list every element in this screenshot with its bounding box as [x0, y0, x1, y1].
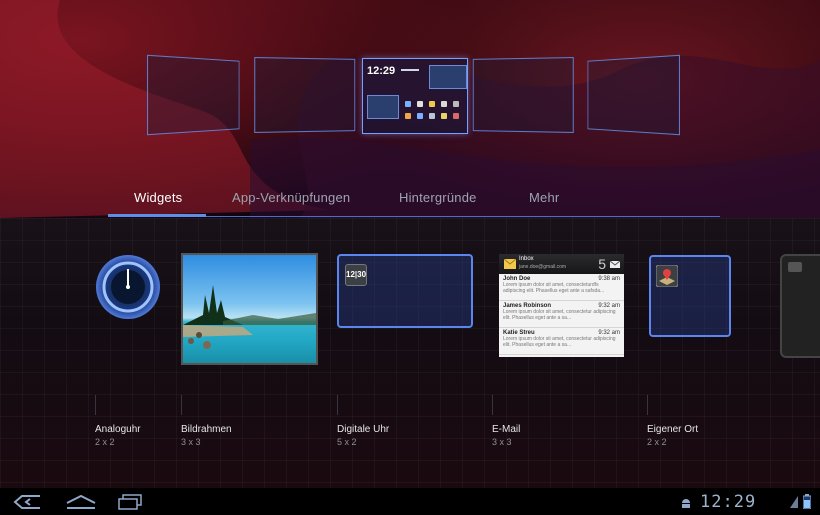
email-preview: Lorem ipsum dolor sit amet, consectetur … [503, 336, 616, 348]
label-divider [647, 395, 648, 415]
android-debug-icon[interactable] [680, 497, 692, 509]
digital-clock-widget[interactable]: 12|30 [337, 254, 473, 328]
compose-mail-icon [610, 261, 620, 268]
mini-app-icon [429, 101, 435, 107]
widget-thumbnail-icon [788, 262, 802, 272]
homescreen-panel-4[interactable] [472, 57, 574, 133]
email-preview: Lorem ipsum dolor sit amet, consecteturd… [503, 282, 605, 294]
picture-frame-widget[interactable] [181, 253, 318, 365]
email-time: 9:32 am [598, 303, 620, 309]
next-widget-preview[interactable] [780, 254, 820, 358]
widget-size-email: 3 x 3 [492, 437, 512, 447]
email-widget[interactable]: Inbox jane.doe@gmail.com 5 John Doe 9:38… [499, 254, 624, 357]
label-divider [337, 395, 338, 415]
email-preview: Lorem ipsum dolor sit amet, consectetur … [503, 309, 616, 321]
tab-app-shortcuts[interactable]: App-Verknüpfungen [232, 190, 350, 205]
mini-app-icon [453, 113, 459, 119]
email-message-row: James Robinson 9:32 am Lorem ipsum dolor… [499, 301, 624, 328]
mini-app-icon [405, 101, 411, 107]
widget-size-digital-clock: 5 x 2 [337, 437, 357, 447]
email-time: 9:32 am [598, 330, 620, 336]
email-message-row: Katie Streu 9:32 am Lorem ipsum dolor si… [499, 328, 624, 355]
mini-app-icon [441, 113, 447, 119]
mini-app-icon [405, 113, 411, 119]
active-tab-indicator [108, 214, 206, 217]
email-inbox-title: Inbox [519, 256, 534, 262]
email-account: jane.doe@gmail.com [519, 264, 567, 270]
label-divider [492, 395, 493, 415]
widget-name-email: E-Mail [492, 424, 521, 435]
widget-name-analog-clock: Analoguhr [95, 424, 141, 435]
email-unread-count: 5 [598, 256, 606, 272]
email-widget-header: Inbox jane.doe@gmail.com 5 [499, 254, 624, 274]
back-icon[interactable] [12, 494, 42, 510]
homescreen-clock-text: 12:29 [367, 65, 396, 77]
home-icon[interactable] [64, 493, 98, 511]
digital-clock-chip: 12|30 [345, 264, 367, 286]
mini-widget-thumbnail [367, 95, 399, 119]
recent-apps-icon[interactable] [117, 494, 143, 510]
location-widget[interactable] [649, 255, 731, 337]
envelope-icon [504, 259, 516, 269]
tab-widgets[interactable]: Widgets [134, 190, 182, 205]
mini-widget-thumbnail [429, 65, 467, 89]
homescreen-panel-current[interactable]: 12:29 [362, 58, 468, 134]
widget-name-digital-clock: Digitale Uhr [337, 424, 390, 435]
mini-app-icon [429, 113, 435, 119]
label-divider [95, 395, 96, 415]
mini-app-icon [417, 101, 423, 107]
mini-app-icon [417, 113, 423, 119]
tab-more[interactable]: Mehr [529, 190, 559, 205]
homescreen-panel-2[interactable] [254, 57, 356, 133]
widget-size-location: 2 x 2 [647, 437, 667, 447]
email-time: 9:38 am [598, 276, 620, 282]
analog-clock-widget[interactable] [94, 253, 162, 321]
label-divider [181, 395, 182, 415]
homescreen-panel-5[interactable] [587, 54, 680, 136]
widget-name-picture-frame: Bildrahmen [181, 424, 232, 435]
email-message-row: John Doe 9:38 am Lorem ipsum dolor sit a… [499, 274, 624, 301]
mini-app-icon [453, 101, 459, 107]
signal-icon[interactable] [789, 495, 799, 509]
mini-status-bar [401, 69, 419, 71]
mini-app-icon [441, 101, 447, 107]
homescreen-panel-1[interactable] [147, 54, 240, 136]
status-clock[interactable]: 12:29 [700, 492, 756, 512]
map-pin-icon [656, 265, 678, 287]
battery-icon[interactable] [803, 494, 811, 509]
widget-size-picture-frame: 3 x 3 [181, 437, 201, 447]
widget-name-location: Eigener Ort [647, 424, 699, 435]
lake-photo [183, 285, 316, 349]
widget-size-analog-clock: 2 x 2 [95, 437, 115, 447]
tab-wallpapers[interactable]: Hintergründe [399, 190, 477, 205]
